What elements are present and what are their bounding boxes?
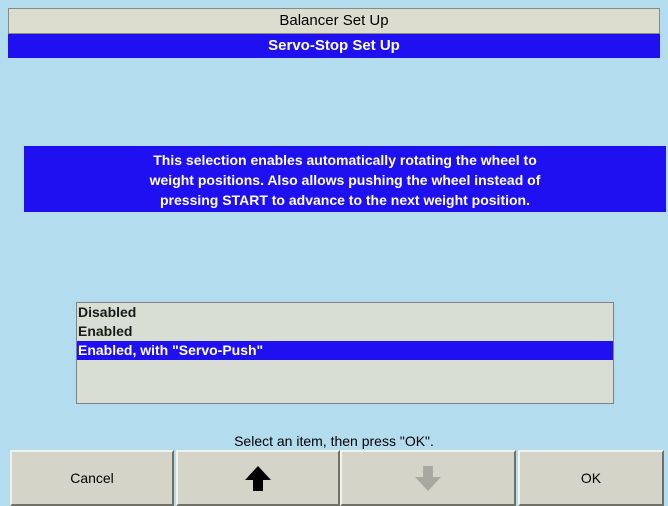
arrow-down-icon	[415, 466, 441, 491]
option-disabled[interactable]: Disabled	[77, 303, 613, 322]
cancel-button-label: Cancel	[70, 470, 114, 486]
info-line: weight positions. Also allows pushing th…	[149, 172, 541, 188]
page-subtitle: Servo-Stop Set Up	[8, 34, 660, 58]
option-enabled-servo-push[interactable]: Enabled, with "Servo-Push"	[77, 341, 613, 360]
arrow-up-icon	[245, 466, 271, 491]
window-title: Balancer Set Up	[8, 8, 660, 34]
info-line: This selection enables automatically rot…	[153, 152, 537, 168]
info-message: This selection enables automatically rot…	[24, 146, 666, 212]
status-text: Select an item, then press "OK".	[234, 433, 434, 449]
move-down-button[interactable]	[340, 450, 516, 506]
ok-button[interactable]: OK	[518, 450, 664, 506]
ok-button-label: OK	[580, 470, 602, 486]
move-up-button[interactable]	[176, 450, 340, 506]
cancel-button[interactable]: Cancel	[10, 450, 174, 506]
options-list[interactable]: Disabled Enabled Enabled, with "Servo-Pu…	[76, 302, 614, 404]
info-line: pressing START to advance to the next we…	[160, 192, 530, 208]
balancer-screen: Balancer Set Up Servo-Stop Set Up This s…	[0, 0, 668, 506]
option-enabled[interactable]: Enabled	[77, 322, 613, 341]
